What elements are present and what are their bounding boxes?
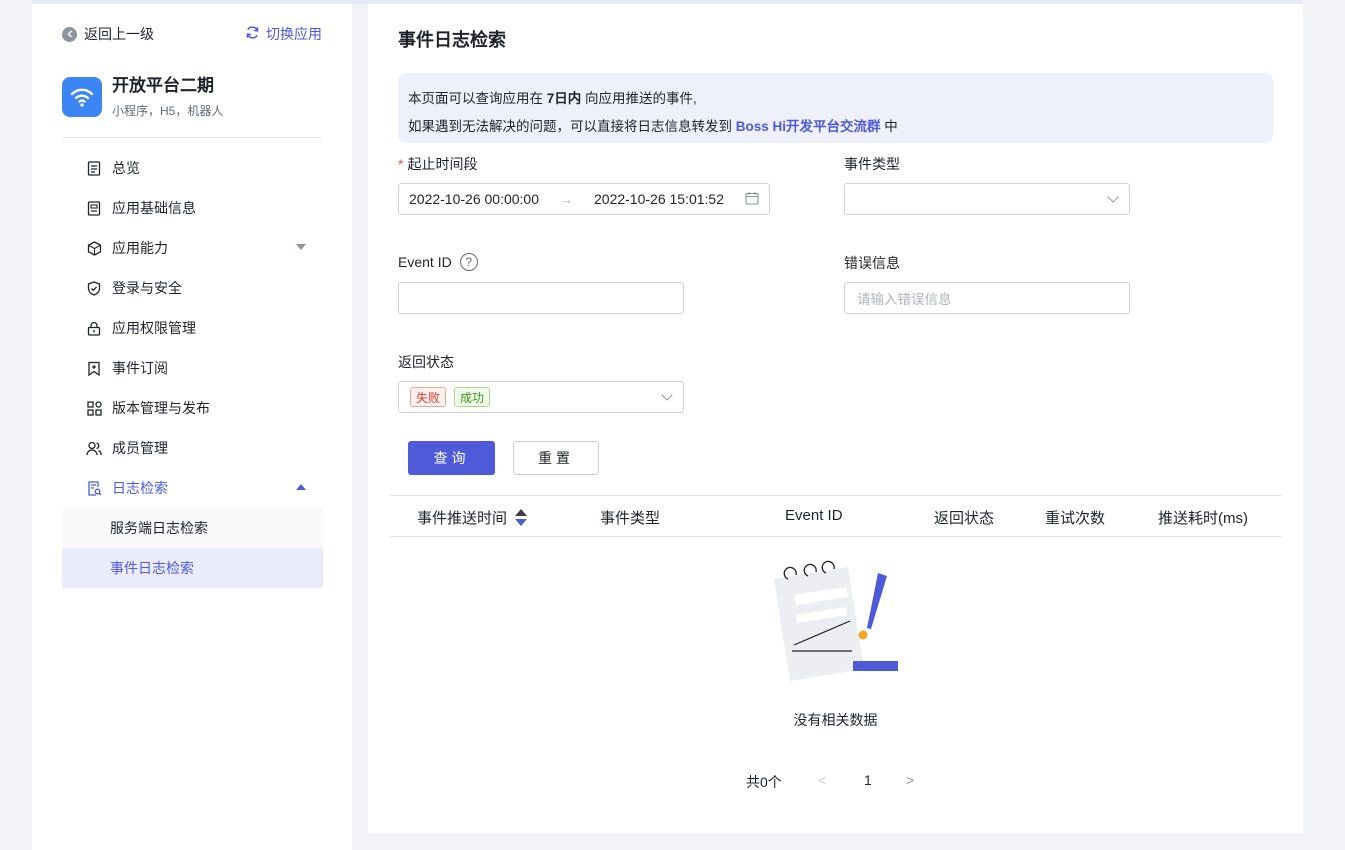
sidebar-item-label: 登录与安全: [112, 280, 182, 296]
sidebar-item-security[interactable]: 登录与安全: [62, 268, 323, 308]
column-duration: 推送耗时(ms): [1158, 510, 1248, 527]
help-icon[interactable]: ?: [459, 253, 478, 271]
page-title: 事件日志检索: [398, 30, 506, 50]
main-panel: 事件日志检索 本页面可以查询应用在 7日内 向应用推送的事件, 如果遇到无法解决…: [368, 4, 1303, 833]
prev-page-button[interactable]: <: [818, 772, 826, 788]
status-tag-success[interactable]: 成功: [454, 387, 491, 407]
back-button[interactable]: 返回上一级: [62, 24, 154, 44]
sidebar-item-log-search[interactable]: 日志检索: [62, 468, 323, 508]
group-link[interactable]: Boss Hi开发平台交流群: [736, 119, 881, 134]
switch-app-label: 切换应用: [266, 26, 322, 42]
sidebar-menu: 总览 应用基础信息 应用能力 登录与安全 应用权限管理 事件订阅 版本管理与发布: [62, 148, 323, 588]
doc-icon: [86, 200, 102, 216]
event-type-label: 事件类型: [844, 156, 900, 172]
switch-app-button[interactable]: 切换应用: [245, 24, 322, 44]
event-id-label: Event ID ?: [398, 253, 478, 271]
return-status-label: 返回状态: [398, 354, 454, 370]
column-push-time[interactable]: 事件推送时间: [417, 507, 528, 528]
page-number[interactable]: 1: [864, 772, 872, 788]
column-event-id: Event ID: [785, 507, 843, 524]
chevron-down-icon: [1107, 191, 1119, 203]
column-event-type: 事件类型: [600, 510, 661, 527]
log-search-icon: [86, 480, 102, 496]
sidebar-item-label: 日志检索: [112, 480, 168, 496]
pagination: 共0个 < 1 >: [368, 772, 1303, 792]
column-return-status: 返回状态: [934, 510, 995, 527]
sidebar-item-permissions[interactable]: 应用权限管理: [62, 308, 323, 348]
sidebar-item-overview[interactable]: 总览: [62, 148, 323, 188]
sidebar-item-label: 应用能力: [112, 240, 168, 256]
reset-button[interactable]: 重置: [513, 441, 599, 475]
sidebar-subitem-event-log[interactable]: 事件日志检索: [62, 548, 323, 588]
sidebar-item-label: 总览: [112, 160, 140, 176]
chevron-down-icon: [661, 389, 673, 401]
empty-state-illustration: [774, 560, 898, 681]
table-header: 事件推送时间 事件类型 Event ID 返回状态 重试次数 推送耗时(ms): [390, 495, 1281, 537]
sidebar-item-label: 成员管理: [112, 440, 168, 456]
end-time-input[interactable]: 2022-10-26 15:01:52: [594, 191, 724, 207]
event-type-select[interactable]: [844, 183, 1130, 215]
cube-icon: [86, 240, 102, 256]
caret-up-icon: [296, 484, 306, 490]
sidebar-item-basic-info[interactable]: 应用基础信息: [62, 188, 323, 228]
time-range-picker[interactable]: 2022-10-26 00:00:00 → 2022-10-26 15:01:5…: [398, 183, 770, 215]
sidebar-item-label: 版本管理与发布: [112, 400, 210, 416]
shield-icon: [86, 280, 102, 296]
start-time-input[interactable]: 2022-10-26 00:00:00: [409, 191, 539, 207]
sidebar-item-label: 应用基础信息: [112, 200, 196, 216]
notice-line-2: 如果遇到无法解决的问题，可以直接将日志信息转发到 Boss Hi开发平台交流群 …: [408, 119, 898, 134]
required-mark: *: [398, 156, 404, 172]
wifi-icon: [62, 77, 102, 117]
calendar-icon[interactable]: [745, 191, 759, 208]
users-icon: [86, 440, 102, 456]
app-subtitle: 小程序，H5，机器人: [112, 103, 224, 118]
refresh-icon: [245, 25, 260, 43]
sidebar-subitem-server-log[interactable]: 服务端日志检索: [62, 508, 323, 548]
sidebar: 返回上一级 切换应用 开放平台二期 小程序，H5，机器人 总览 应用基础信息 应…: [32, 4, 352, 850]
app-name: 开放平台二期: [112, 75, 214, 95]
pagination-total: 共0个: [746, 774, 782, 790]
sidebar-top-row: 返回上一级 切换应用: [62, 25, 322, 43]
next-page-button[interactable]: >: [906, 772, 914, 788]
bookmark-icon: [86, 360, 102, 376]
back-label: 返回上一级: [84, 26, 154, 42]
grid-icon: [86, 400, 102, 416]
back-arrow-icon: [62, 26, 77, 42]
return-status-select[interactable]: 失败 成功: [398, 381, 684, 413]
status-tags: 失败 成功: [410, 387, 498, 407]
sort-icon[interactable]: [515, 509, 528, 526]
caret-down-icon: [296, 244, 306, 250]
status-tag-fail[interactable]: 失败: [410, 387, 447, 407]
lock-icon: [86, 320, 102, 336]
error-info-placeholder: 请输入错误信息: [857, 292, 952, 307]
notice-banner: 本页面可以查询应用在 7日内 向应用推送的事件, 如果遇到无法解决的问题，可以直…: [398, 73, 1273, 143]
sidebar-item-label: 应用权限管理: [112, 320, 196, 336]
empty-state-text: 没有相关数据: [793, 712, 878, 728]
time-range-label: * 起止时间段: [398, 156, 478, 172]
sidebar-divider: [62, 137, 322, 138]
sidebar-item-versions[interactable]: 版本管理与发布: [62, 388, 323, 428]
list-doc-icon: [86, 160, 102, 176]
sidebar-item-event-subscription[interactable]: 事件订阅: [62, 348, 323, 388]
sidebar-item-capabilities[interactable]: 应用能力: [62, 228, 323, 268]
query-button[interactable]: 查询: [408, 441, 495, 475]
app-card: 开放平台二期 小程序，H5，机器人: [62, 72, 322, 122]
event-id-input[interactable]: [398, 282, 684, 314]
error-info-label: 错误信息: [844, 255, 900, 271]
notice-line-1: 本页面可以查询应用在 7日内 向应用推送的事件,: [408, 91, 697, 106]
arrow-right-icon: →: [560, 191, 573, 207]
sidebar-item-members[interactable]: 成员管理: [62, 428, 323, 468]
sidebar-item-label: 事件订阅: [112, 360, 168, 376]
column-retry-count: 重试次数: [1045, 510, 1106, 527]
error-info-input[interactable]: 请输入错误信息: [844, 282, 1130, 314]
